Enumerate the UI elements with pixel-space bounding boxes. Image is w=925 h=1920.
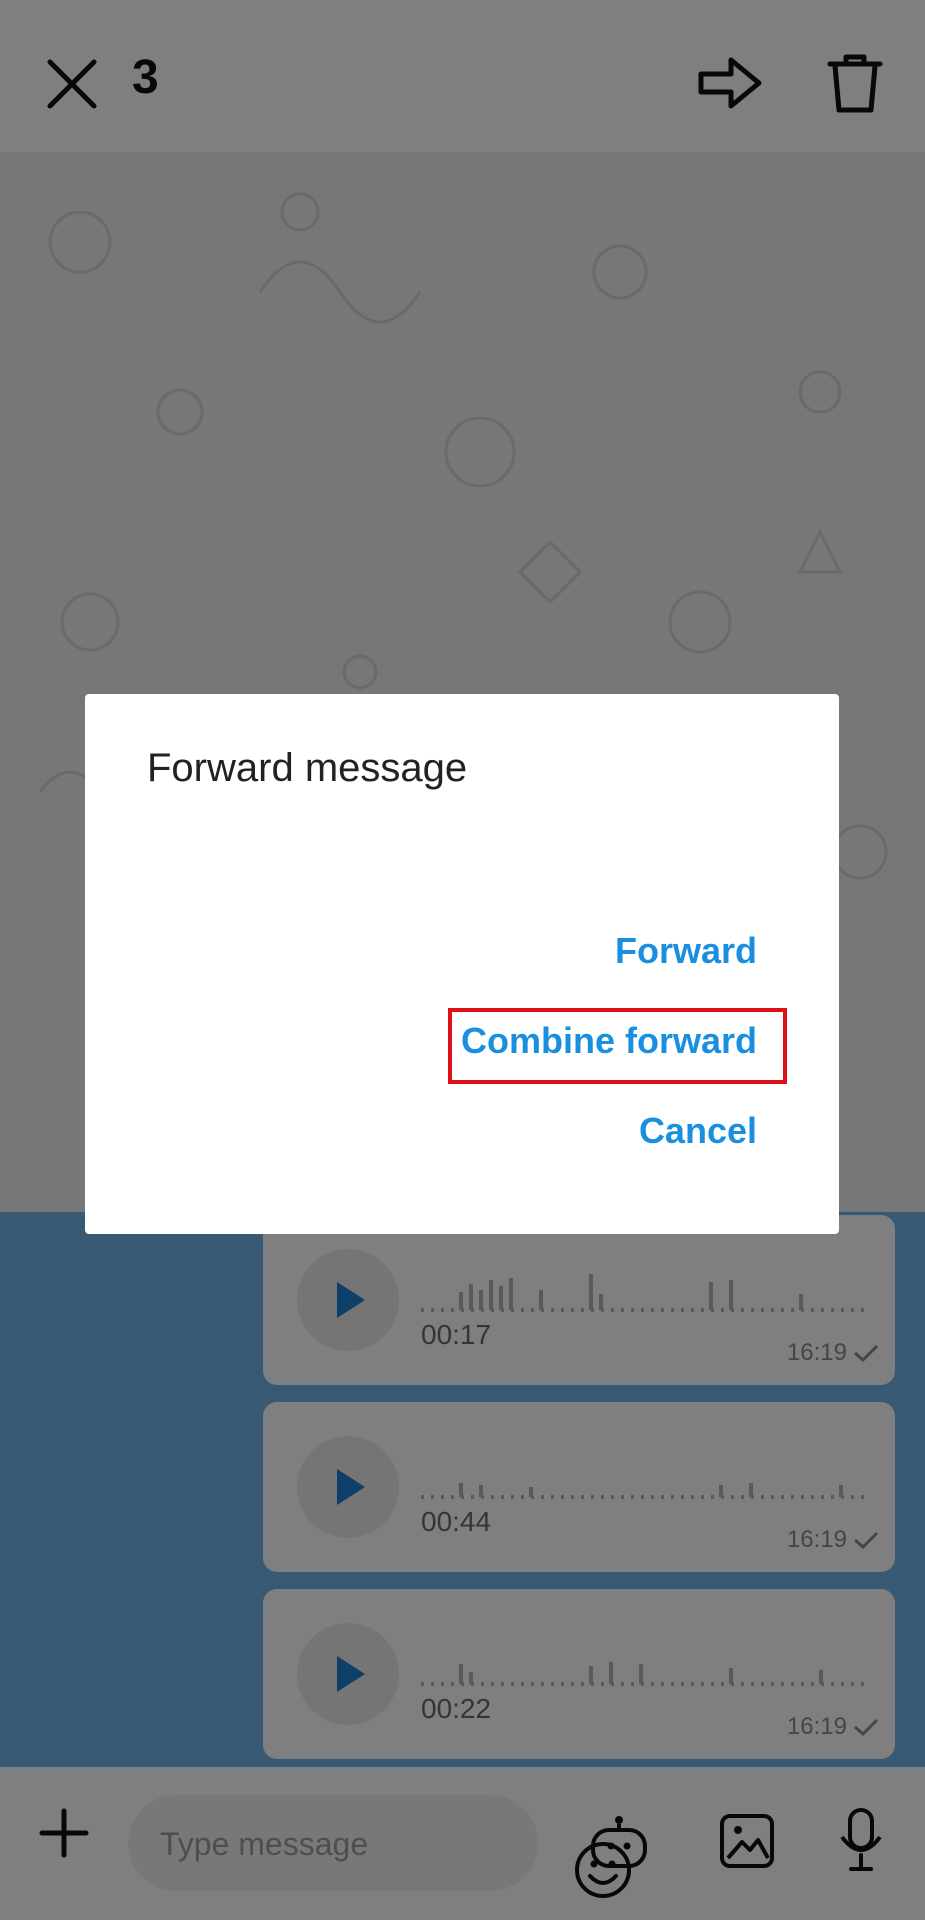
dialog-title: Forward message [147,746,468,790]
combine-forward-button[interactable]: Combine forward [461,1020,757,1062]
forward-button[interactable]: Forward [615,930,757,972]
forward-dialog: Forward message Forward Combine forward … [85,694,839,1234]
cancel-button[interactable]: Cancel [639,1110,757,1152]
